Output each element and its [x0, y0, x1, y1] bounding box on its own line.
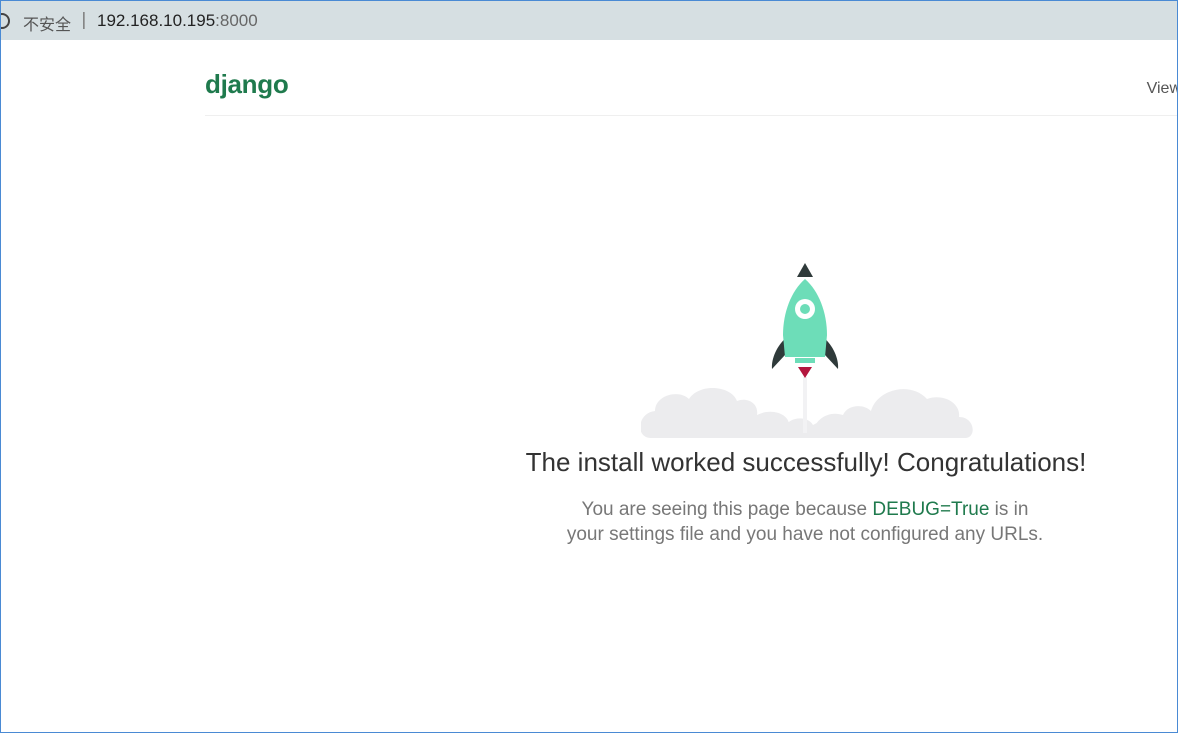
address-bar[interactable]: 不安全 | 192.168.10.195:8000 — [1, 1, 1177, 43]
rocket-nose — [797, 263, 813, 277]
success-heading: The install worked successfully! Congrat… — [525, 447, 1087, 477]
browser-window: 不安全 | 192.168.10.195:8000 django View Th… — [0, 0, 1178, 733]
url-port: :8000 — [215, 11, 258, 30]
info-icon[interactable] — [1, 13, 10, 29]
exhaust-trail — [803, 377, 807, 433]
rocket-icon — [640, 263, 973, 438]
security-label[interactable]: 不安全 — [23, 11, 71, 35]
desc-before: You are seeing this page because — [581, 499, 873, 520]
rocket-flame — [798, 367, 812, 378]
rocket-nozzle — [795, 358, 815, 363]
debug-setting: DEBUG=True — [872, 499, 990, 520]
view-release-notes-link[interactable]: View — [1147, 80, 1177, 98]
success-description: You are seeing this page because DEBUG=T… — [565, 497, 1045, 547]
address-separator: | — [81, 10, 87, 30]
django-logo[interactable]: django — [205, 69, 289, 100]
rocket-illustration — [640, 257, 975, 443]
address-bar-divider — [1, 40, 1177, 43]
django-header: django View — [205, 57, 1177, 116]
url-text[interactable]: 192.168.10.195:8000 — [97, 11, 258, 31]
url-host: 192.168.10.195 — [97, 11, 216, 30]
